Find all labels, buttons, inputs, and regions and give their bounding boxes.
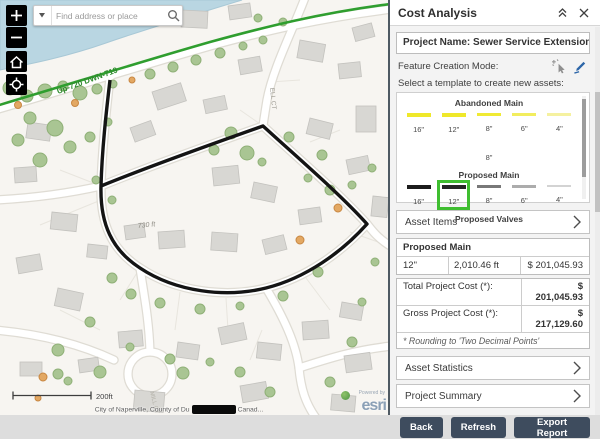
chevron-right-icon — [573, 389, 581, 403]
cost-totals-table: Total Project Cost (*): $ 201,045.93 Gro… — [396, 278, 590, 349]
line-swatch-yellow — [512, 113, 536, 116]
total-cost-value: $ 201,045.93 — [521, 279, 589, 305]
line-swatch-yellow — [442, 113, 466, 117]
template-abandoned-8[interactable]: 8" — [471, 110, 506, 138]
template-abandoned-6[interactable]: 6" — [507, 110, 542, 138]
template-abandoned-8-alt[interactable]: 8" — [470, 138, 508, 166]
gross-cost-label: Gross Project Cost (*): — [397, 306, 521, 332]
table-row: 12" 2,010.46 ft $ 201,045.93 — [397, 257, 589, 274]
esri-wordmark: esri — [362, 397, 386, 415]
table-group-title: Proposed Main — [397, 239, 589, 257]
rounding-note: * Rounding to 'Two Decimal Points' — [397, 333, 589, 348]
zoom-in-button[interactable] — [6, 5, 27, 26]
select-wand-icon[interactable] — [552, 59, 567, 74]
template-select-label: Select a template to create new assets: — [396, 78, 590, 89]
line-swatch-yellow — [547, 113, 571, 116]
attribution: City of Naperville, County of Du Canad... — [0, 405, 358, 414]
basemap: Up-720 DWN-719 ELL CT 730 ft MILL CT — [0, 0, 388, 415]
map-canvas[interactable]: Up-720 DWN-719 ELL CT 730 ft MILL CT — [0, 0, 388, 415]
attribution-text-left: City of Naperville, County of Du — [95, 406, 190, 413]
panel-title: Cost Analysis — [398, 6, 548, 20]
project-name-field: Project Name: Sewer Service Extension — [396, 32, 590, 54]
esri-globe-icon — [341, 391, 350, 400]
asset-cost-cell: $ 201,045.93 — [521, 257, 589, 274]
line-swatch-yellow — [477, 113, 501, 116]
attribution-text-right: Canad... — [238, 406, 264, 413]
gross-cost-row: Gross Project Cost (*): $ 217,129.60 — [397, 306, 589, 333]
template-group-proposed-title: Proposed Main — [401, 170, 577, 180]
template-row-abandoned-2: 8" — [401, 138, 577, 166]
template-abandoned-16[interactable]: 16" — [401, 110, 436, 138]
line-swatch-gray — [512, 185, 536, 188]
search-bar — [33, 5, 183, 26]
project-summary-label: Project Summary — [405, 391, 482, 402]
powered-by-label: Powered by — [359, 390, 385, 396]
line-swatch-dark — [407, 185, 431, 189]
locate-button[interactable] — [6, 74, 27, 95]
chevron-right-icon — [573, 361, 581, 375]
template-proposed-12-highlighted[interactable]: 12" — [436, 182, 471, 210]
asset-items-table: Proposed Main 12" 2,010.46 ft $ 201,045.… — [396, 238, 590, 275]
search-icon[interactable] — [164, 6, 182, 25]
template-group-valves-title: Proposed Valves — [401, 214, 577, 224]
line-swatch-white — [477, 141, 501, 145]
asset-length-cell: 2,010.46 ft — [449, 257, 521, 274]
template-abandoned-4[interactable]: 4" — [542, 110, 577, 138]
template-row-proposed: 16" 12" 8" 6" 4" — [401, 182, 577, 210]
search-dropdown-caret[interactable] — [34, 6, 52, 25]
asset-statistics-section-header[interactable]: Asset Statistics — [396, 356, 590, 380]
draw-pencil-icon[interactable] — [573, 59, 588, 74]
app-window: Up-720 DWN-719 ELL CT 730 ft MILL CT — [0, 0, 600, 415]
template-scrollbar-thumb[interactable] — [582, 99, 586, 177]
refresh-button[interactable]: Refresh — [451, 417, 506, 438]
template-abandoned-12[interactable]: 12" — [436, 110, 471, 138]
template-proposed-8[interactable]: 8" — [471, 182, 506, 210]
template-row-abandoned: 16" 12" 8" 6" 4" — [401, 110, 577, 138]
panel-scrollbar-thumb[interactable] — [595, 92, 600, 212]
attribution-redaction-box — [192, 405, 236, 414]
feature-creation-mode-row: Feature Creation Mode: — [396, 58, 590, 75]
template-proposed-16[interactable]: 16" — [401, 182, 436, 210]
line-swatch-gray — [477, 185, 501, 188]
template-proposed-4[interactable]: 4" — [542, 182, 577, 210]
total-cost-row: Total Project Cost (*): $ 201,045.93 — [397, 279, 589, 306]
line-swatch-yellow — [407, 113, 431, 117]
panel-header: Cost Analysis — [390, 0, 600, 26]
cost-analysis-panel: Cost Analysis Project Name: Sewer Servic… — [388, 0, 600, 415]
total-cost-label: Total Project Cost (*): — [397, 279, 521, 305]
close-panel-icon[interactable] — [576, 5, 592, 21]
home-button[interactable] — [6, 51, 27, 72]
template-scrollbar — [582, 96, 586, 199]
search-input[interactable] — [52, 11, 164, 21]
template-gallery: Abandoned Main 16" 12" 8" 6" 4" 8" Propo… — [396, 92, 590, 203]
panel-footer-buttons: Back Refresh Export Report — [396, 417, 590, 438]
template-proposed-6[interactable]: 6" — [507, 182, 542, 210]
panel-body: Project Name: Sewer Service Extension Fe… — [390, 32, 600, 438]
scale-bar: 200ft — [12, 390, 113, 401]
asset-statistics-label: Asset Statistics — [405, 363, 473, 374]
panel-scrollbar — [595, 27, 600, 415]
gross-cost-value: $ 217,129.60 — [521, 306, 589, 332]
line-swatch-light — [547, 185, 571, 187]
scale-label: 200ft — [96, 392, 113, 401]
project-summary-section-header[interactable]: Project Summary — [396, 384, 590, 408]
asset-size-cell: 12" — [397, 257, 449, 274]
zoom-out-button[interactable] — [6, 27, 27, 48]
feature-creation-mode-label: Feature Creation Mode: — [398, 61, 498, 72]
collapse-panel-icon[interactable] — [554, 5, 570, 21]
export-report-button[interactable]: Export Report — [514, 417, 590, 438]
line-swatch-dark — [442, 185, 466, 189]
template-group-abandoned-title: Abandoned Main — [401, 98, 577, 108]
esri-logo: Powered by esri — [343, 393, 387, 415]
project-name-text: Project Name: Sewer Service Extension — [403, 37, 590, 48]
back-button[interactable]: Back — [400, 417, 443, 438]
